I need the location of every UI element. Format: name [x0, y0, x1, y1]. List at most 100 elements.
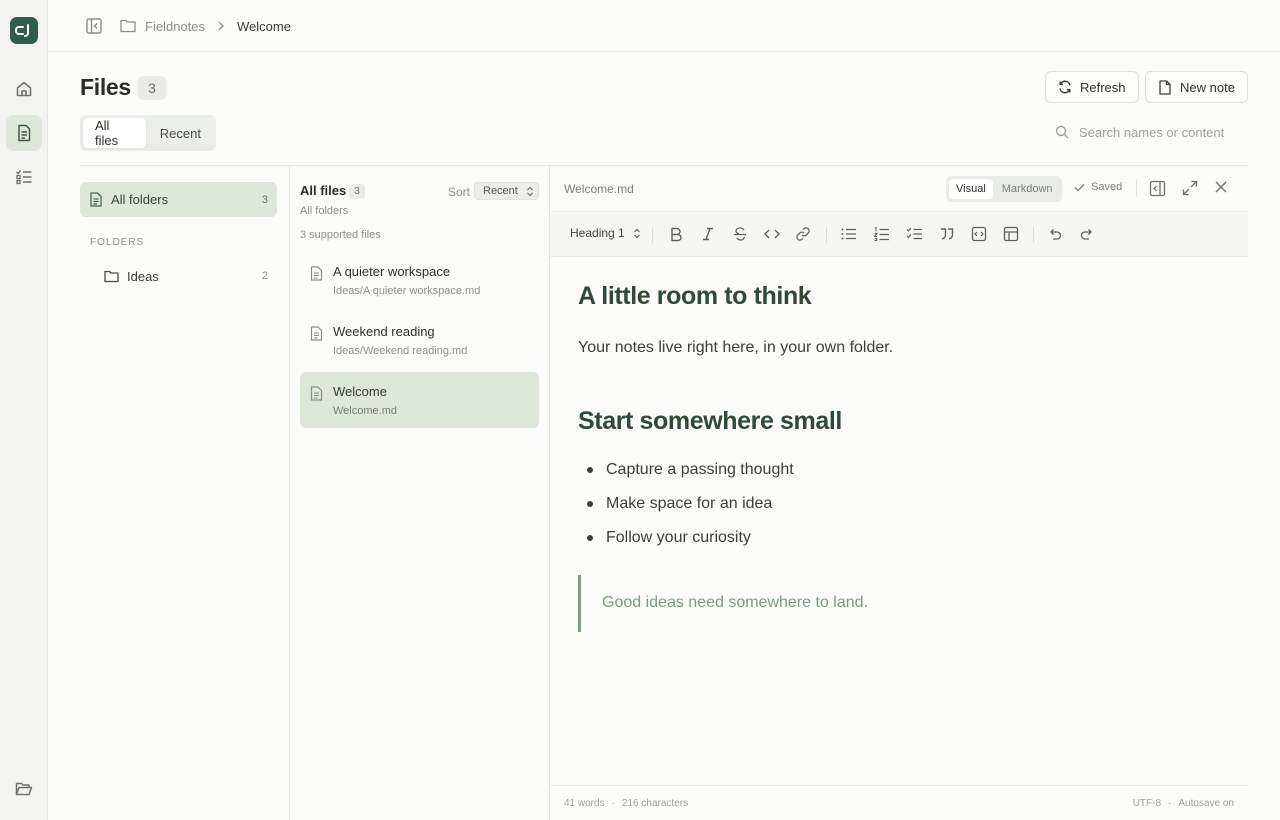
bullet-marker: [587, 501, 593, 507]
file-text-icon: [90, 192, 102, 207]
new-note-button[interactable]: New note: [1145, 71, 1248, 103]
inline-code-button[interactable]: [763, 226, 781, 242]
files-list-subtitle: All folders: [300, 205, 349, 217]
file-text-icon: [310, 266, 323, 281]
blockquote-bar: [578, 575, 581, 632]
folders-section-label: FOLDERS: [90, 237, 145, 248]
folder-item-ideas[interactable]: Ideas 2: [104, 266, 268, 286]
new-note-label: New note: [1180, 79, 1235, 95]
bold-button[interactable]: [668, 226, 684, 242]
divider: [1136, 179, 1137, 197]
files-list-title: All files: [300, 183, 347, 198]
strikethrough-button[interactable]: [732, 226, 748, 242]
chevron-right-icon: [217, 21, 225, 31]
breadcrumb-current: Welcome: [236, 18, 291, 34]
bullet-list-button[interactable]: [840, 226, 857, 242]
sidebar-toggle-icon: [86, 18, 102, 34]
block-type-select[interactable]: Heading 1: [570, 226, 641, 240]
rail-home-button[interactable]: [6, 71, 42, 107]
all-folders-item[interactable]: All folders 3: [80, 182, 277, 217]
all-folders-count: 3: [261, 193, 268, 206]
folder-count: 2: [261, 270, 268, 282]
bullet-marker: [587, 467, 593, 473]
expand-editor-button[interactable]: [1182, 180, 1198, 196]
strikethrough-icon: [734, 227, 746, 241]
file-path: Ideas/A quieter workspace.md: [333, 285, 481, 297]
editor-mode-toggle: Visual Markdown: [946, 176, 1062, 202]
search-input[interactable]: [1079, 124, 1239, 140]
rail-files-button[interactable]: [6, 115, 42, 151]
toggle-preview-pane-button[interactable]: [1149, 180, 1166, 197]
doc-heading-1: A little room to think: [578, 282, 812, 310]
quote-button[interactable]: [939, 226, 955, 242]
undo-icon: [1050, 229, 1062, 240]
mode-markdown[interactable]: Markdown: [995, 179, 1060, 199]
supported-files-note: 3 supported files: [300, 229, 381, 241]
rail-open-folder-button[interactable]: [6, 771, 42, 807]
encoding: UTF-8: [1132, 798, 1162, 809]
saved-status: Saved: [1074, 181, 1122, 193]
toggle-sidebar-button[interactable]: [85, 17, 103, 35]
tab-recent[interactable]: Recent: [148, 118, 213, 148]
code-block-button[interactable]: [971, 226, 987, 242]
chevron-updown-icon: [633, 228, 640, 238]
numbered-list-button[interactable]: [873, 226, 890, 242]
saved-label: Saved: [1091, 181, 1123, 193]
file-path: Welcome.md: [333, 405, 397, 417]
file-name: A quieter workspace: [333, 264, 451, 279]
italic-icon: [703, 227, 713, 241]
home-icon: [16, 81, 32, 97]
formatting-toolbar: Heading 1: [550, 213, 1248, 257]
sort-select[interactable]: Recent: [474, 182, 539, 200]
rail-tasks-button[interactable]: [6, 159, 42, 195]
file-item[interactable]: A quieter workspace Ideas/A quieter work…: [300, 252, 539, 308]
files-count-badge: 3: [138, 76, 166, 100]
page-title: Files: [80, 74, 131, 100]
undo-button[interactable]: [1047, 226, 1063, 242]
breadcrumb-root[interactable]: Fieldnotes: [145, 19, 205, 34]
new-file-icon: [1159, 79, 1171, 95]
redo-button[interactable]: [1079, 226, 1095, 242]
table-button[interactable]: [1003, 226, 1019, 242]
file-path: Ideas/Weekend reading.md: [333, 345, 468, 357]
expand-icon: [1182, 180, 1198, 196]
app-rail: [0, 0, 48, 820]
block-type-value: Heading 1: [570, 226, 625, 240]
list-item: Follow your curiosity: [606, 529, 751, 546]
divider: [289, 166, 290, 820]
file-text-icon: [310, 386, 323, 401]
file-item-selected[interactable]: Welcome Welcome.md: [300, 372, 539, 428]
chevron-updown-icon: [526, 186, 534, 197]
table-icon: [1003, 226, 1019, 242]
folder-icon: [104, 270, 119, 282]
file-name: Weekend reading: [333, 324, 435, 339]
file-text-icon: [310, 326, 323, 341]
logo-icon: [15, 23, 29, 37]
numbered-list-icon: [873, 226, 889, 241]
mode-visual[interactable]: Visual: [949, 179, 993, 199]
italic-button[interactable]: [700, 226, 716, 242]
divider: [549, 166, 550, 820]
bullet-list-icon: [841, 228, 856, 240]
editor-status-bar: 41 words · 216 characters UTF-8 · Autosave o…: [550, 785, 1248, 820]
link-button[interactable]: [795, 226, 811, 242]
file-text-icon: [18, 124, 31, 142]
bullet-marker: [587, 535, 593, 541]
task-list-button[interactable]: [906, 226, 923, 242]
check-icon: [1074, 183, 1085, 191]
word-count: 41 words: [564, 798, 605, 809]
refresh-button[interactable]: Refresh: [1045, 71, 1139, 103]
tab-all-files[interactable]: All files: [83, 118, 146, 148]
divider: [826, 227, 827, 243]
doc-heading-2: Start somewhere small: [578, 407, 842, 435]
app-logo[interactable]: [10, 17, 38, 44]
file-name: Welcome: [333, 384, 387, 399]
close-editor-button[interactable]: [1214, 180, 1228, 194]
search-box: [1055, 120, 1248, 144]
char-count: 216 characters: [621, 798, 689, 809]
file-item[interactable]: Weekend reading Ideas/Weekend reading.md: [300, 312, 539, 368]
sort-value: Recent: [483, 185, 518, 197]
folder-open-icon: [15, 782, 33, 796]
blockquote: Good ideas need somewhere to land.: [602, 594, 868, 611]
all-folders-label: All folders: [111, 192, 169, 207]
